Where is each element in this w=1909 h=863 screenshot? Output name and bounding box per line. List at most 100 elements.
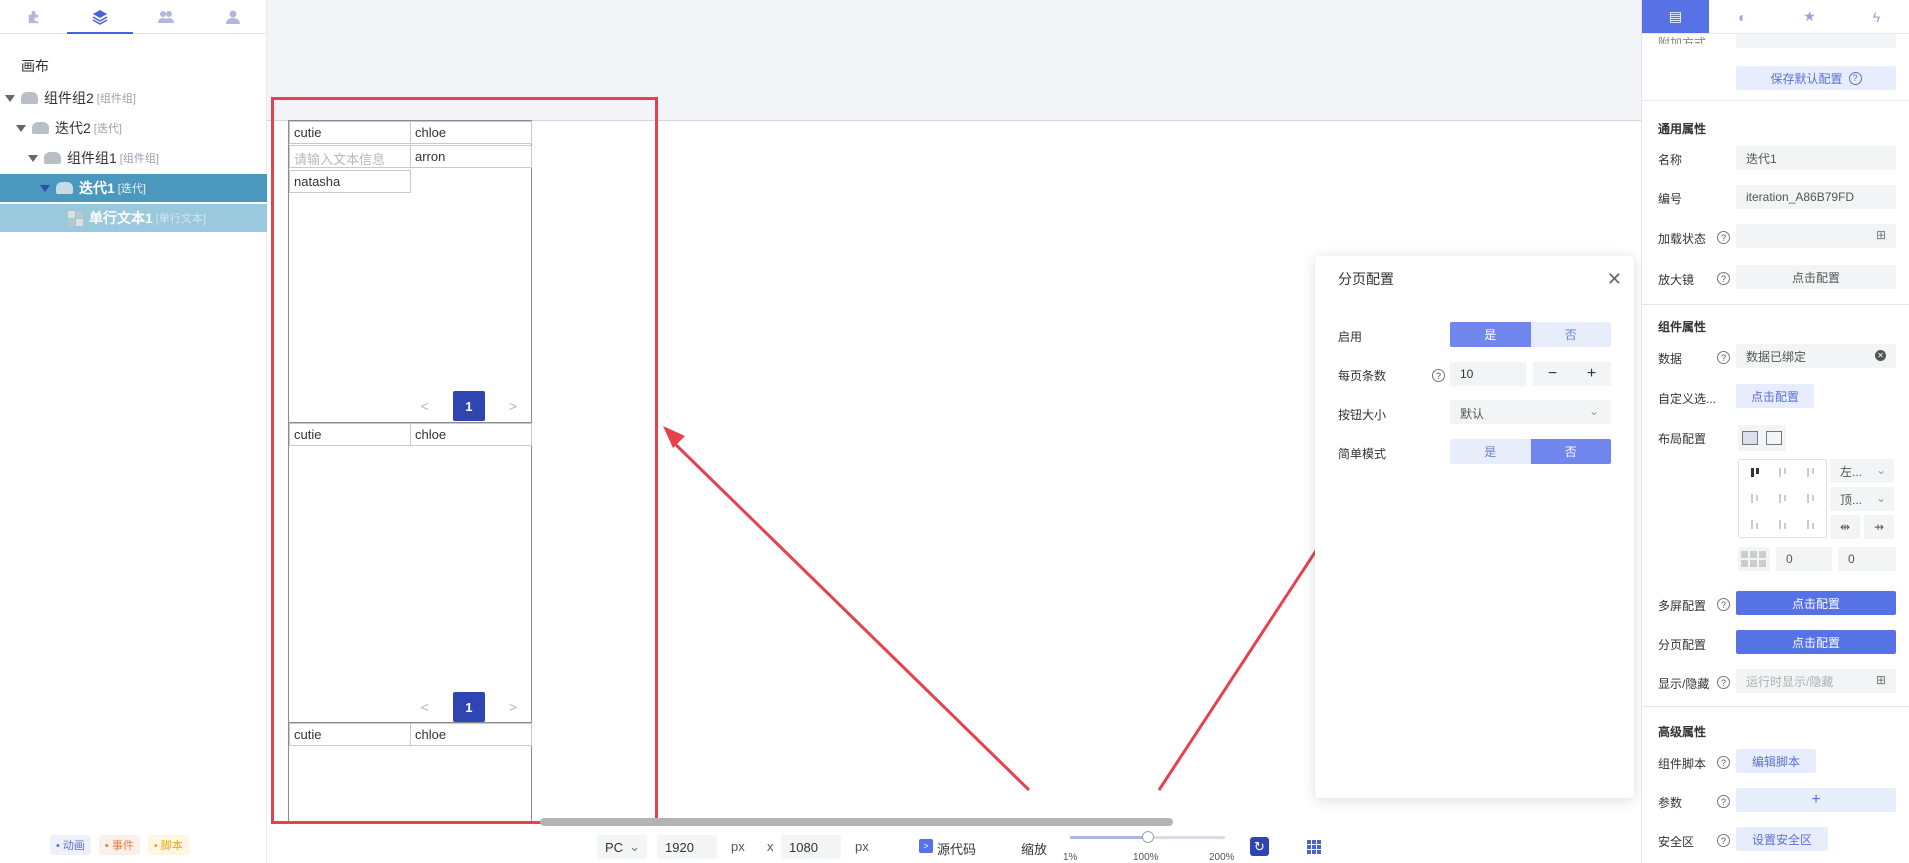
multiscreen-config-button[interactable]: 点击配置 [1736,591,1896,615]
canvas-width-input[interactable]: 1920 [657,835,717,859]
close-icon[interactable]: ✕ [1607,269,1622,290]
canvas-height-input[interactable]: 1080 [781,835,841,859]
help-icon[interactable]: ? [1717,795,1730,808]
multiscreen-label: 多屏配置 [1658,599,1707,613]
tree-item-iter1[interactable]: 迭代1 [迭代] [0,174,267,202]
tree-item-iter2[interactable]: 迭代2 [迭代] [0,114,267,142]
help-icon[interactable]: ? [1717,231,1730,244]
minus-icon[interactable]: − [1548,365,1557,383]
save-default-label: 保存默认配置 [1770,71,1843,86]
simple-no-option[interactable]: 否 [1530,439,1611,464]
chevron-down-icon[interactable] [40,184,50,192]
tab-interaction[interactable]: ϟ [1843,0,1909,33]
device-select[interactable]: PC ⌄ [597,835,647,859]
animation-tag[interactable]: • 动画 [50,835,91,855]
data-label: 数据 [1658,352,1683,366]
plus-icon[interactable]: + [1587,365,1596,383]
canvas-root-label[interactable]: 画布 [21,56,49,76]
tab-components[interactable] [0,0,67,33]
cut-off-label: 附加方式 [1658,36,1707,44]
help-icon[interactable]: ? [1717,834,1730,847]
clear-icon[interactable]: ✕ [1875,350,1886,361]
zoom-max-label: 200% [1209,852,1235,863]
tree-item-group1[interactable]: 组件组1 [组件组] [0,144,267,172]
enable-no-option[interactable]: 否 [1530,322,1611,347]
space-around-icon[interactable]: ⇸ [1864,515,1894,539]
bottom-tag-group: • 动画 • 事件 • 脚本 [50,835,189,855]
gap-vertical-input[interactable]: 0 [1838,547,1896,571]
chevron-down-icon[interactable] [5,94,15,102]
help-icon[interactable]: ? [1432,369,1445,382]
layout-columns-icon[interactable] [1742,431,1758,445]
help-icon[interactable]: ? [1717,756,1730,769]
tree-item-label: 单行文本1 [89,210,153,226]
horizontal-scrollbar[interactable] [540,818,1173,826]
enable-toggle: 是 否 [1450,322,1611,347]
chevron-down-icon: ⌄ [629,839,640,854]
script-tag[interactable]: • 脚本 [147,835,189,855]
set-safe-area-button[interactable]: 设置安全区 [1736,827,1828,851]
enable-label: 启用 [1338,330,1363,344]
tab-style[interactable]: ◐ [1709,0,1776,33]
help-icon[interactable]: ? [1848,71,1862,85]
custom-label: 自定义选... [1658,392,1717,406]
enable-yes-option[interactable]: 是 [1450,322,1531,347]
id-input[interactable]: iteration_A86B79FD [1736,185,1896,209]
event-tag[interactable]: • 事件 [98,835,140,855]
edit-script-button[interactable]: 编辑脚本 [1736,749,1816,773]
id-label: 编号 [1658,192,1683,206]
vertical-align-select[interactable]: 顶... ⌄ [1830,487,1894,511]
users-icon [158,10,175,23]
tab-layers[interactable] [66,0,134,34]
show-hide-input[interactable]: 运行时显示/隐藏 ⊞ [1736,669,1896,693]
name-input[interactable]: 迭代1 [1736,146,1896,170]
layers-icon [92,9,108,25]
tree-item-group2[interactable]: 组件组2 [组件组] [0,84,267,112]
save-default-config-button[interactable]: 保存默认配置 ? [1736,66,1896,90]
chevron-down-icon[interactable] [16,124,26,132]
layout-rows-icon[interactable] [1766,431,1782,445]
help-icon[interactable]: ? [1717,598,1730,611]
custom-config-button[interactable]: 点击配置 [1736,384,1814,408]
tree-item-text1[interactable]: 单行文本1 [单行文本] [0,204,267,232]
cut-off-field[interactable] [1736,34,1896,48]
binding-icon[interactable]: ⊞ [1876,673,1886,687]
help-icon[interactable]: ? [1717,272,1730,285]
help-icon[interactable]: ? [1717,676,1730,689]
tab-user[interactable] [200,0,267,33]
zoom-slider-handle[interactable] [1141,831,1154,843]
magnifier-config-button[interactable]: 点击配置 [1736,265,1896,289]
folder-icon [44,152,61,164]
binding-icon[interactable]: ⊞ [1876,228,1886,242]
per-page-input[interactable]: 10 [1450,362,1526,386]
alignment-grid[interactable] [1738,459,1827,538]
annotation-highlight-box [271,97,658,824]
tab-groups[interactable] [133,0,200,33]
add-param-button[interactable]: + [1736,788,1896,812]
tab-favorites[interactable]: ★ [1776,0,1843,33]
zoom-slider[interactable] [1070,831,1225,843]
user-icon [225,10,240,24]
button-size-select[interactable]: 默认 ⌄ [1450,400,1611,424]
reset-zoom-icon[interactable]: ↻ [1250,837,1269,856]
help-icon[interactable]: ? [1717,351,1730,364]
button-size-label: 按钮大小 [1338,408,1387,422]
space-between-icon[interactable]: ⇹ [1830,515,1860,539]
data-binding-field[interactable]: 数据已绑定 ✕ [1736,344,1896,368]
horizontal-align-select[interactable]: 左... ⌄ [1830,459,1894,483]
simple-mode-toggle: 是 否 [1450,439,1611,464]
chevron-down-icon[interactable] [28,154,38,162]
zoom-label: 缩放 [1021,842,1048,857]
layer-panel: 画布 组件组2 [组件组] 迭代2 [迭代] 组件组1 [组件组] 迭代1 [迭… [0,0,267,863]
tree-item-tag: [迭代] [93,123,122,135]
tab-properties[interactable]: ▤ [1642,0,1709,33]
pagination-config-button[interactable]: 点击配置 [1736,630,1896,654]
vertical-align-value: 顶... [1840,492,1863,507]
simple-yes-option[interactable]: 是 [1450,439,1531,464]
per-page-label: 每页条数 [1338,369,1387,383]
source-code-button[interactable]: 源代码 [937,839,976,858]
code-icon[interactable]: > [919,839,933,853]
load-state-input[interactable]: ⊞ [1736,224,1896,248]
grid-icon[interactable] [1307,840,1321,854]
gap-horizontal-input[interactable]: 0 [1776,547,1832,571]
